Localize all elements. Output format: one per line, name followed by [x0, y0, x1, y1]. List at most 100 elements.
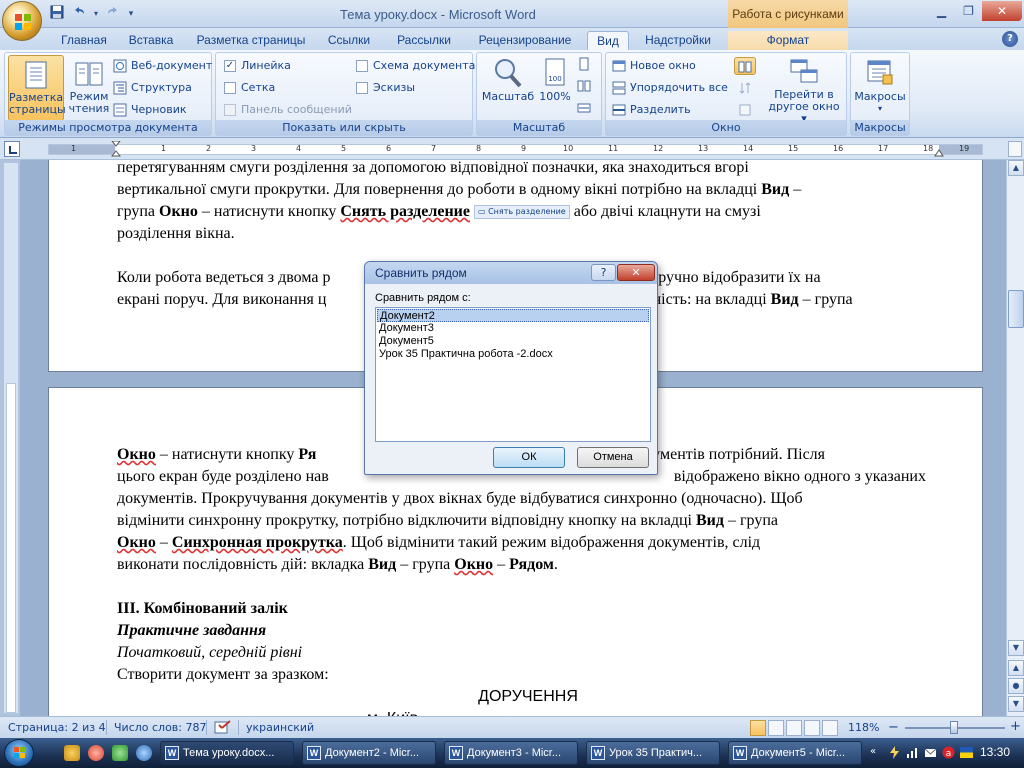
print-layout-view-icon[interactable]: [750, 720, 766, 736]
word-count-status[interactable]: Число слов: 787: [114, 721, 207, 734]
tray-network-icon[interactable]: [906, 746, 919, 759]
taskbar-item[interactable]: W Документ5 - Micr...: [728, 741, 862, 765]
one-page-icon[interactable]: [577, 57, 591, 75]
tray-app-icon[interactable]: a: [942, 746, 955, 759]
page-count-status[interactable]: Страница: 2 из 4: [8, 721, 106, 734]
web-layout-button[interactable]: Веб-документ: [113, 57, 212, 75]
restore-icon[interactable]: ❐: [955, 1, 982, 21]
dialog-close-button[interactable]: ✕: [617, 264, 655, 281]
proofing-icon[interactable]: [214, 720, 232, 736]
document-map-checkbox[interactable]: Схема документа: [356, 57, 475, 75]
customize-qat-icon[interactable]: ▾: [126, 5, 136, 23]
ok-button[interactable]: ОК: [493, 447, 565, 468]
tab-home[interactable]: Главная: [52, 31, 116, 50]
cancel-button[interactable]: Отмена: [577, 447, 649, 468]
reading-view-icon[interactable]: [768, 720, 784, 736]
zoom-out-icon[interactable]: −: [888, 720, 899, 735]
new-window-button[interactable]: Новое окно: [612, 57, 696, 75]
zoom-level[interactable]: 118%: [848, 721, 879, 734]
vertical-ruler[interactable]: [4, 163, 18, 713]
two-pages-icon[interactable]: [577, 79, 591, 97]
tab-review[interactable]: Рецензирование: [470, 31, 580, 50]
tab-references[interactable]: Ссылки: [320, 31, 378, 50]
undo-dropdown-icon[interactable]: ▾: [92, 5, 100, 23]
next-page-icon[interactable]: ▼: [1008, 696, 1024, 712]
list-item[interactable]: Документ5: [377, 335, 649, 348]
draft-button[interactable]: Черновик: [113, 101, 187, 119]
reading-icon: [75, 62, 103, 86]
list-item[interactable]: Документ2: [377, 309, 649, 322]
taskbar-item[interactable]: W Документ3 - Micr...: [444, 741, 578, 765]
thumbnails-checkbox[interactable]: Эскизы: [356, 79, 415, 97]
view-ruler-toggle-icon[interactable]: [1008, 141, 1022, 157]
split-button[interactable]: Разделить: [612, 101, 691, 119]
tray-mail-icon[interactable]: [924, 746, 937, 759]
tab-mailings[interactable]: Рассылки: [388, 31, 460, 50]
tab-addins[interactable]: Надстройки: [636, 31, 720, 50]
right-indent-marker-icon[interactable]: [934, 149, 944, 157]
save-icon[interactable]: [48, 5, 66, 23]
ribbon-tabs: Главная Вставка Разметка страницы Ссылки…: [0, 28, 1024, 50]
text-run-bold: Вид: [770, 291, 799, 308]
system-clock[interactable]: 13:30: [980, 745, 1010, 759]
ruler-checkbox[interactable]: ✓ Линейка: [224, 57, 291, 75]
taskbar-item[interactable]: W Урок 35 Практич...: [586, 741, 720, 765]
tray-language-flag-icon[interactable]: [960, 746, 973, 759]
view-side-by-side-button[interactable]: [734, 57, 756, 75]
taskbar-item[interactable]: W Документ2 - Micr...: [302, 741, 436, 765]
start-button[interactable]: [4, 739, 34, 767]
zoom-button[interactable]: Масштаб: [481, 57, 535, 117]
group-label-window: Окно: [606, 120, 846, 135]
undo-icon[interactable]: [70, 5, 88, 23]
taskbar-item[interactable]: W Тема уроку.docx...: [160, 741, 294, 765]
page-width-icon[interactable]: [577, 101, 591, 119]
outline-view-icon[interactable]: [804, 720, 820, 736]
quick-launch-icon[interactable]: [64, 745, 80, 761]
dialog-help-button[interactable]: ?: [591, 264, 616, 281]
tab-format[interactable]: Формат: [728, 31, 848, 50]
arrange-all-button[interactable]: Упорядочить все: [612, 79, 728, 97]
language-status[interactable]: украинский: [246, 721, 314, 734]
zoom-slider-thumb[interactable]: [950, 721, 958, 734]
full-screen-reading-button[interactable]: Режим чтения: [67, 55, 111, 121]
group-macros: Макросы ▾ Макросы: [850, 52, 910, 136]
tab-page-layout[interactable]: Разметка страницы: [188, 31, 314, 50]
web-view-icon[interactable]: [786, 720, 802, 736]
browse-object-icon[interactable]: ●: [1008, 678, 1024, 694]
quick-launch-media-icon[interactable]: [112, 745, 128, 761]
redo-icon[interactable]: [104, 5, 122, 23]
document-list[interactable]: Документ2 Документ3 Документ5 Урок 35 Пр…: [375, 307, 651, 442]
help-icon[interactable]: ?: [1002, 31, 1018, 47]
scroll-up-icon[interactable]: ▲: [1008, 160, 1024, 176]
switch-windows-button[interactable]: Перейти в другое окно ▾: [764, 57, 844, 125]
text-run: –: [155, 534, 172, 551]
print-layout-button[interactable]: Разметка страницы: [8, 55, 66, 121]
draft-view-icon[interactable]: [822, 720, 838, 736]
text-run-bold: Ря: [298, 446, 317, 463]
gridlines-checkbox[interactable]: Сетка: [224, 79, 275, 97]
quick-launch-browser-icon[interactable]: [136, 745, 152, 761]
zoom-in-icon[interactable]: +: [1010, 719, 1021, 734]
tab-insert[interactable]: Вставка: [120, 31, 182, 50]
close-icon[interactable]: ✕: [982, 1, 1022, 21]
tray-expand-icon[interactable]: «: [870, 746, 876, 757]
tab-view[interactable]: Вид: [587, 31, 629, 50]
list-item[interactable]: Урок 35 Практична робота -2.docx: [377, 348, 649, 361]
page-2-text[interactable]: Окно – натиснути кнопку Ря итих документі…: [117, 444, 939, 716]
scroll-down-icon[interactable]: ▼: [1008, 640, 1024, 656]
quick-launch-mail-icon[interactable]: [88, 745, 104, 761]
tab-selector-button[interactable]: [4, 141, 20, 157]
vertical-scrollbar[interactable]: ▲ ▼ ▲ ● ▼: [1006, 160, 1024, 716]
list-item[interactable]: Документ3: [377, 322, 649, 335]
horizontal-ruler[interactable]: 1 1 2 3 4 5 6 7 8 9 10 11 12 13 14 15 16…: [48, 141, 983, 157]
previous-page-icon[interactable]: ▲: [1008, 660, 1024, 676]
minimize-icon[interactable]: ▁: [928, 1, 955, 21]
indent-marker-icon[interactable]: [111, 141, 121, 157]
ruler-number: 3: [251, 144, 257, 153]
outline-button[interactable]: Структура: [113, 79, 192, 97]
office-button[interactable]: [2, 1, 42, 41]
tray-power-icon[interactable]: [888, 746, 901, 759]
scroll-thumb[interactable]: [1008, 290, 1024, 328]
macros-button[interactable]: Макросы ▾: [853, 57, 907, 117]
zoom-100-button[interactable]: 100 100%: [537, 57, 573, 117]
